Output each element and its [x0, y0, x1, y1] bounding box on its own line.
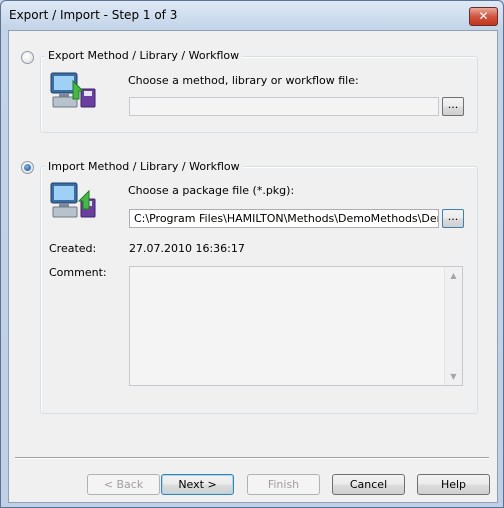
import-file-prompt: Choose a package file (*.pkg): — [128, 184, 295, 197]
import-group-label[interactable]: Import Method / Library / Workflow — [45, 160, 243, 173]
export-group — [40, 56, 478, 133]
finish-button[interactable]: Finish — [247, 474, 320, 495]
scroll-down-icon[interactable]: ▼ — [445, 372, 462, 381]
import-radio[interactable] — [21, 161, 34, 174]
close-button[interactable]: ✕ — [469, 7, 498, 26]
import-file-field[interactable]: C:\Program Files\HAMILTON\Methods\DemoMe… — [129, 209, 439, 228]
export-import-dialog: Export / Import - Step 1 of 3 ✕ Export M… — [0, 0, 504, 508]
export-file-prompt: Choose a method, library or workflow fil… — [128, 74, 359, 87]
scroll-up-icon[interactable]: ▲ — [445, 271, 462, 280]
created-label: Created: — [49, 242, 97, 255]
import-browse-button[interactable]: ... — [442, 209, 464, 228]
export-file-field[interactable] — [129, 97, 439, 116]
close-icon: ✕ — [478, 9, 489, 23]
button-separator — [15, 457, 489, 459]
comment-scrollbar[interactable]: ▲ ▼ — [444, 267, 462, 385]
title-bar[interactable]: Export / Import - Step 1 of 3 ✕ — [1, 1, 503, 29]
window-title: Export / Import - Step 1 of 3 — [9, 8, 178, 22]
computer-export-icon — [50, 72, 96, 108]
help-button[interactable]: Help — [417, 474, 490, 495]
export-browse-button[interactable]: ... — [442, 97, 464, 116]
export-group-label[interactable]: Export Method / Library / Workflow — [45, 49, 243, 62]
created-value: 27.07.2010 16:36:17 — [129, 242, 245, 255]
export-radio[interactable] — [21, 51, 34, 64]
comment-textarea[interactable]: ▲ ▼ — [129, 266, 463, 386]
comment-label: Comment: — [49, 266, 107, 279]
next-button[interactable]: Next > — [161, 474, 234, 495]
back-button[interactable]: < Back — [87, 474, 160, 495]
cancel-button[interactable]: Cancel — [332, 474, 405, 495]
computer-import-icon — [50, 182, 96, 218]
dialog-client-area: Export Method / Library / Workflow Choos… — [8, 30, 498, 503]
